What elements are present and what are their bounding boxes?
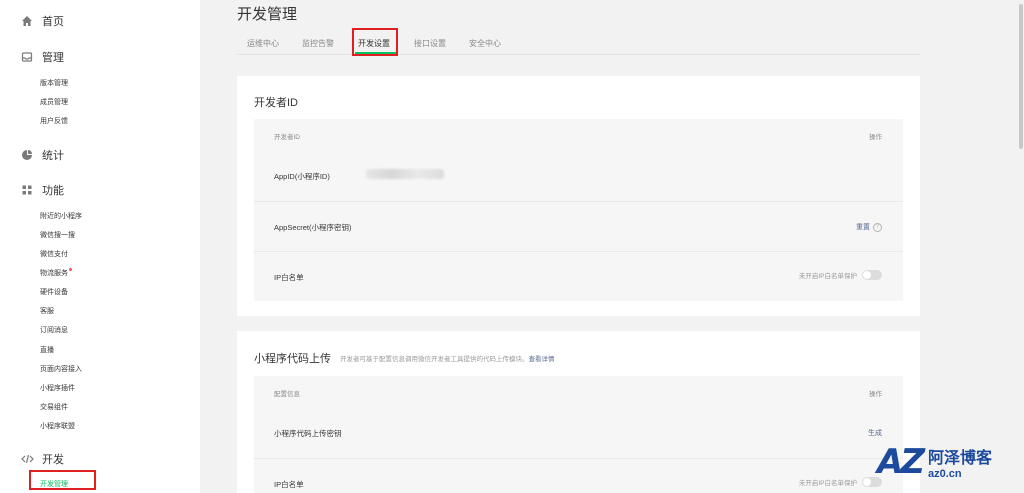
status-text: 未开启IP白名单保护 bbox=[798, 480, 857, 487]
sidebar-group-label: 管理 bbox=[42, 52, 64, 64]
help-icon[interactable]: ? bbox=[873, 222, 882, 232]
pie-chart-icon bbox=[20, 148, 34, 162]
table-row: 小程序代码上传密钥 生成 bbox=[254, 408, 903, 458]
sidebar-group-label: 开发 bbox=[42, 454, 64, 466]
ip-whitelist-label: IP白名单 bbox=[274, 480, 304, 489]
sidebar-item-label: 首页 bbox=[42, 16, 64, 28]
sidebar-item-service[interactable]: 客服 bbox=[40, 306, 54, 316]
appid-value-blurred bbox=[366, 169, 444, 179]
code-upload-card: 小程序代码上传 开发者可基于配置信息调用微信开发者工具提供的代码上传模块。查看详… bbox=[237, 331, 920, 493]
toggle-knob bbox=[863, 478, 871, 486]
sidebar-item-plugin[interactable]: 小程序插件 bbox=[40, 383, 75, 393]
sidebar-item-hardware[interactable]: 硬件设备 bbox=[40, 287, 68, 297]
tab-security[interactable]: 安全中心 bbox=[469, 38, 501, 49]
watermark-logo: AZ bbox=[877, 442, 925, 482]
sidebar-item-trade[interactable]: 交易组件 bbox=[40, 402, 68, 412]
ip-whitelist-status: 未开启IP白名单保护 bbox=[799, 270, 882, 280]
sidebar-item-label: 物流服务 bbox=[40, 270, 68, 277]
sidebar-item-logistics[interactable]: 物流服务 bbox=[40, 268, 72, 278]
reset-secret-action[interactable]: 重置 ? bbox=[856, 222, 882, 232]
ip-whitelist-status: 未开启IP白名单保护 bbox=[799, 477, 882, 487]
table-row: IP白名单 未开启IP白名单保护 bbox=[254, 458, 903, 493]
toggle-knob bbox=[863, 271, 871, 279]
watermark-text: 阿泽博客 az0.cn bbox=[928, 444, 992, 480]
sidebar-item-union[interactable]: 小程序联盟 bbox=[40, 421, 75, 431]
highlight-annotation-box bbox=[29, 470, 96, 490]
sidebar-item-content[interactable]: 页面内容接入 bbox=[40, 364, 82, 374]
section-title: 开发者ID bbox=[254, 97, 298, 109]
column-header: 配置信息 bbox=[274, 391, 300, 398]
column-header: 开发者ID bbox=[274, 134, 300, 141]
sidebar-item-nearby[interactable]: 附近的小程序 bbox=[40, 211, 82, 221]
ip-whitelist-label: IP白名单 bbox=[274, 273, 304, 282]
sidebar-item-search[interactable]: 微信搜一搜 bbox=[40, 230, 75, 240]
sidebar-item-members[interactable]: 成员管理 bbox=[40, 97, 68, 107]
scrollbar-thumb[interactable] bbox=[1019, 4, 1023, 149]
page-title: 开发管理 bbox=[237, 6, 298, 23]
sidebar-group-stats[interactable]: 统计 bbox=[20, 147, 64, 163]
sidebar-item-subscribe[interactable]: 订阅消息 bbox=[40, 325, 68, 335]
view-details-link[interactable]: 查看详情 bbox=[529, 356, 555, 363]
watermark: AZ 阿泽博客 az0.cn bbox=[877, 437, 1017, 487]
sidebar: 首页 管理 版本管理 成员管理 用户反馈 统计 功能 附近的小程序 微信搜一搜 … bbox=[0, 0, 200, 493]
ip-whitelist-toggle[interactable] bbox=[862, 270, 882, 280]
table-row: AppSecret(小程序密钥) 重置 ? bbox=[254, 201, 903, 251]
sidebar-group-label: 功能 bbox=[42, 185, 64, 197]
watermark-name: 阿泽博客 bbox=[927, 450, 992, 467]
section-title: 小程序代码上传 bbox=[254, 353, 331, 365]
sidebar-item-live[interactable]: 直播 bbox=[40, 345, 54, 355]
table-row: AppID(小程序ID) bbox=[254, 151, 903, 201]
reset-link[interactable]: 重置 bbox=[856, 222, 870, 232]
new-badge-dot bbox=[69, 268, 72, 271]
sidebar-group-features[interactable]: 功能 bbox=[20, 182, 64, 198]
column-header: 操作 bbox=[869, 134, 882, 141]
table-header: 配置信息 操作 bbox=[254, 376, 903, 408]
status-text: 未开启IP白名单保护 bbox=[798, 273, 857, 280]
tab-api-settings[interactable]: 接口设置 bbox=[414, 38, 446, 49]
code-icon bbox=[20, 452, 34, 466]
page-scrollbar[interactable] bbox=[1018, 0, 1024, 493]
highlight-annotation-box bbox=[352, 28, 398, 56]
appsecret-label: AppSecret(小程序密钥) bbox=[274, 223, 352, 232]
table-header: 开发者ID 操作 bbox=[254, 119, 903, 151]
grid-icon bbox=[20, 183, 34, 197]
description-text: 开发者可基于配置信息调用微信开发者工具提供的代码上传模块。 bbox=[340, 356, 529, 363]
table-row: IP白名单 未开启IP白名单保护 bbox=[254, 251, 903, 301]
appid-label: AppID(小程序ID) bbox=[274, 172, 330, 181]
inbox-icon bbox=[20, 50, 34, 64]
tab-bar: 运维中心 监控告警 开发设置 接口设置 安全中心 bbox=[237, 30, 920, 55]
sidebar-group-manage[interactable]: 管理 bbox=[20, 49, 64, 65]
tab-monitor[interactable]: 监控告警 bbox=[302, 38, 334, 49]
sidebar-item-home[interactable]: 首页 bbox=[20, 13, 64, 29]
sidebar-group-label: 统计 bbox=[42, 150, 64, 162]
watermark-domain: az0.cn bbox=[927, 468, 962, 480]
column-header: 操作 bbox=[869, 391, 882, 398]
sidebar-item-version[interactable]: 版本管理 bbox=[40, 78, 68, 88]
home-icon bbox=[20, 14, 34, 28]
section-description: 开发者可基于配置信息调用微信开发者工具提供的代码上传模块。查看详情 bbox=[340, 353, 555, 363]
sidebar-item-pay[interactable]: 微信支付 bbox=[40, 249, 68, 259]
tab-ops[interactable]: 运维中心 bbox=[247, 38, 279, 49]
sidebar-item-feedback[interactable]: 用户反馈 bbox=[40, 116, 68, 126]
developer-id-card: 开发者ID 开发者ID 操作 AppID(小程序ID) AppSecret(小程… bbox=[237, 76, 920, 316]
upload-key-label: 小程序代码上传密钥 bbox=[274, 429, 342, 438]
sidebar-group-dev[interactable]: 开发 bbox=[20, 451, 64, 467]
